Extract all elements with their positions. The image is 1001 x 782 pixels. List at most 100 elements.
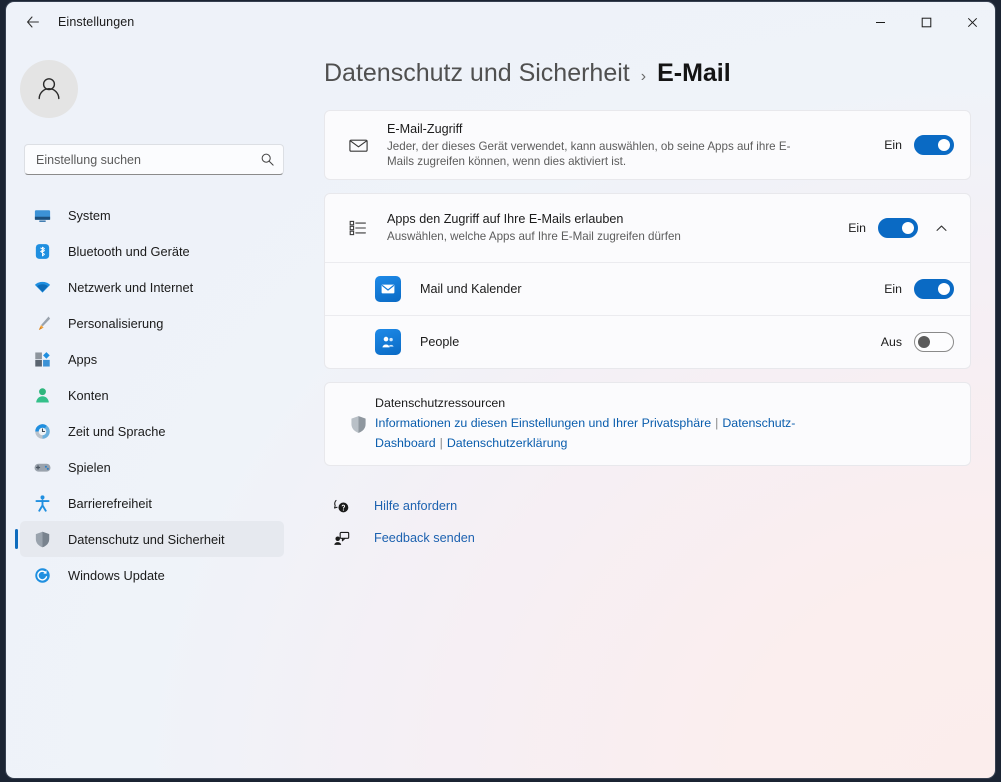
- apps-access-description: Auswählen, welche Apps auf Ihre E-Mail z…: [387, 229, 807, 245]
- breadcrumb: Datenschutz und Sicherheit › E-Mail: [324, 59, 995, 88]
- privacy-resources-title: Datenschutzressourcen: [375, 394, 935, 413]
- settings-window: Einstellungen: [6, 2, 995, 778]
- app-people-control: Aus: [880, 332, 954, 352]
- feedback-icon: [330, 530, 352, 547]
- app-mail-toggle[interactable]: [914, 279, 954, 299]
- sidebar-item-label: Zeit und Sprache: [68, 424, 165, 439]
- clock-globe-icon: [32, 421, 52, 441]
- breadcrumb-separator: ›: [641, 68, 646, 86]
- maximize-button[interactable]: [903, 2, 949, 42]
- user-avatar-icon: [32, 72, 66, 106]
- sidebar-item-bluetooth[interactable]: Bluetooth und Geräte: [20, 233, 284, 269]
- email-access-description: Jeder, der dieses Gerät verwendet, kann …: [387, 139, 807, 170]
- breadcrumb-current: E-Mail: [657, 59, 731, 88]
- content-area: Datenschutz und Sicherheit › E-Mail E-Ma…: [302, 42, 995, 778]
- sidebar-item-label: Personalisierung: [68, 316, 163, 331]
- app-row-mail: Mail und Kalender Ein: [325, 263, 970, 315]
- title-bar: Einstellungen: [6, 2, 995, 42]
- close-button[interactable]: [949, 2, 995, 42]
- breadcrumb-parent[interactable]: Datenschutz und Sicherheit: [324, 59, 630, 88]
- chevron-up-icon: [935, 222, 948, 235]
- app-name: People: [420, 335, 880, 349]
- sidebar-item-network[interactable]: Netzwerk und Internet: [20, 269, 284, 305]
- sidebar-item-privacy-security[interactable]: Datenschutz und Sicherheit: [20, 521, 284, 557]
- search-box[interactable]: [24, 144, 284, 175]
- privacy-links-block: Datenschutzressourcen Informationen zu d…: [375, 383, 935, 465]
- sidebar: System Bluetooth und Geräte: [6, 42, 302, 778]
- send-feedback-label: Feedback senden: [374, 531, 475, 545]
- app-mail-state-label: Ein: [880, 282, 902, 296]
- privacy-links-line: Informationen zu diesen Einstellungen un…: [375, 413, 935, 453]
- help-question-icon: [330, 498, 352, 515]
- send-feedback-link[interactable]: Feedback senden: [324, 522, 995, 554]
- sidebar-item-label: Barrierefreiheit: [68, 496, 152, 511]
- search-input[interactable]: [36, 153, 260, 167]
- link-separator: |: [715, 416, 718, 430]
- get-help-label: Hilfe anfordern: [374, 499, 457, 513]
- paintbrush-icon: [32, 313, 52, 333]
- email-access-toggle[interactable]: [914, 135, 954, 155]
- envelope-icon: [341, 135, 375, 156]
- sidebar-item-label: Netzwerk und Internet: [68, 280, 193, 295]
- minimize-icon: [875, 17, 886, 28]
- sidebar-item-windows-update[interactable]: Windows Update: [20, 557, 284, 593]
- privacy-resources-row: Datenschutzressourcen Informationen zu d…: [325, 383, 970, 465]
- window-controls: [857, 2, 995, 42]
- sidebar-item-system[interactable]: System: [20, 197, 284, 233]
- sidebar-item-personalization[interactable]: Personalisierung: [20, 305, 284, 341]
- toggle-knob: [918, 336, 930, 348]
- apps-access-text: Apps den Zugriff auf Ihre E-Mails erlaub…: [375, 202, 844, 254]
- account-icon: [32, 385, 52, 405]
- email-access-state-label: Ein: [880, 138, 902, 152]
- apps-access-expand-button[interactable]: [928, 215, 954, 241]
- sidebar-item-accounts[interactable]: Konten: [20, 377, 284, 413]
- close-icon: [967, 17, 978, 28]
- sidebar-item-time-language[interactable]: Zeit und Sprache: [20, 413, 284, 449]
- toggle-knob: [902, 222, 914, 234]
- apps-access-control: Ein: [844, 215, 954, 241]
- back-button[interactable]: [16, 7, 50, 37]
- people-app-icon: [375, 329, 401, 355]
- email-access-card: E-Mail-Zugriff Jeder, der dieses Gerät v…: [324, 110, 971, 180]
- back-arrow-icon: [25, 14, 41, 30]
- privacy-link-statement[interactable]: Datenschutzerklärung: [447, 436, 568, 450]
- mail-app-icon: [375, 276, 401, 302]
- help-links: Hilfe anfordern Feedback senden: [324, 490, 995, 554]
- minimize-button[interactable]: [857, 2, 903, 42]
- accessibility-icon: [32, 493, 52, 513]
- sidebar-nav: System Bluetooth und Geräte: [6, 197, 302, 593]
- sidebar-item-apps[interactable]: Apps: [20, 341, 284, 377]
- apps-access-toggle[interactable]: [878, 218, 918, 238]
- sidebar-item-accessibility[interactable]: Barrierefreiheit: [20, 485, 284, 521]
- shield-icon: [341, 414, 375, 435]
- privacy-link-settings-info[interactable]: Informationen zu diesen Einstellungen un…: [375, 416, 711, 430]
- sidebar-item-label: Datenschutz und Sicherheit: [68, 532, 225, 547]
- sidebar-item-label: Konten: [68, 388, 109, 403]
- sidebar-item-label: Apps: [68, 352, 97, 367]
- wifi-icon: [32, 277, 52, 297]
- app-row-people: People Aus: [325, 316, 970, 368]
- app-title: Einstellungen: [58, 15, 134, 29]
- email-access-text: E-Mail-Zugriff Jeder, der dieses Gerät v…: [375, 112, 880, 179]
- update-icon: [32, 565, 52, 585]
- toggle-knob: [938, 139, 950, 151]
- sidebar-item-label: Spielen: [68, 460, 111, 475]
- sidebar-item-gaming[interactable]: Spielen: [20, 449, 284, 485]
- apps-access-state-label: Ein: [844, 221, 866, 235]
- gamepad-icon: [32, 457, 52, 477]
- get-help-link[interactable]: Hilfe anfordern: [324, 490, 995, 522]
- app-people-state-label: Aus: [880, 335, 902, 349]
- apps-access-row[interactable]: Apps den Zugriff auf Ihre E-Mails erlaub…: [325, 194, 970, 262]
- app-mail-control: Ein: [880, 279, 954, 299]
- link-separator: |: [440, 436, 443, 450]
- bluetooth-icon: [32, 241, 52, 261]
- email-access-row: E-Mail-Zugriff Jeder, der dieses Gerät v…: [325, 111, 970, 179]
- shield-icon: [32, 529, 52, 549]
- toggle-knob: [938, 283, 950, 295]
- apps-access-title: Apps den Zugriff auf Ihre E-Mails erlaub…: [387, 211, 834, 228]
- avatar[interactable]: [20, 60, 78, 118]
- apps-access-card: Apps den Zugriff auf Ihre E-Mails erlaub…: [324, 193, 971, 369]
- email-access-control: Ein: [880, 135, 954, 155]
- monitor-icon: [32, 205, 52, 225]
- app-people-toggle[interactable]: [914, 332, 954, 352]
